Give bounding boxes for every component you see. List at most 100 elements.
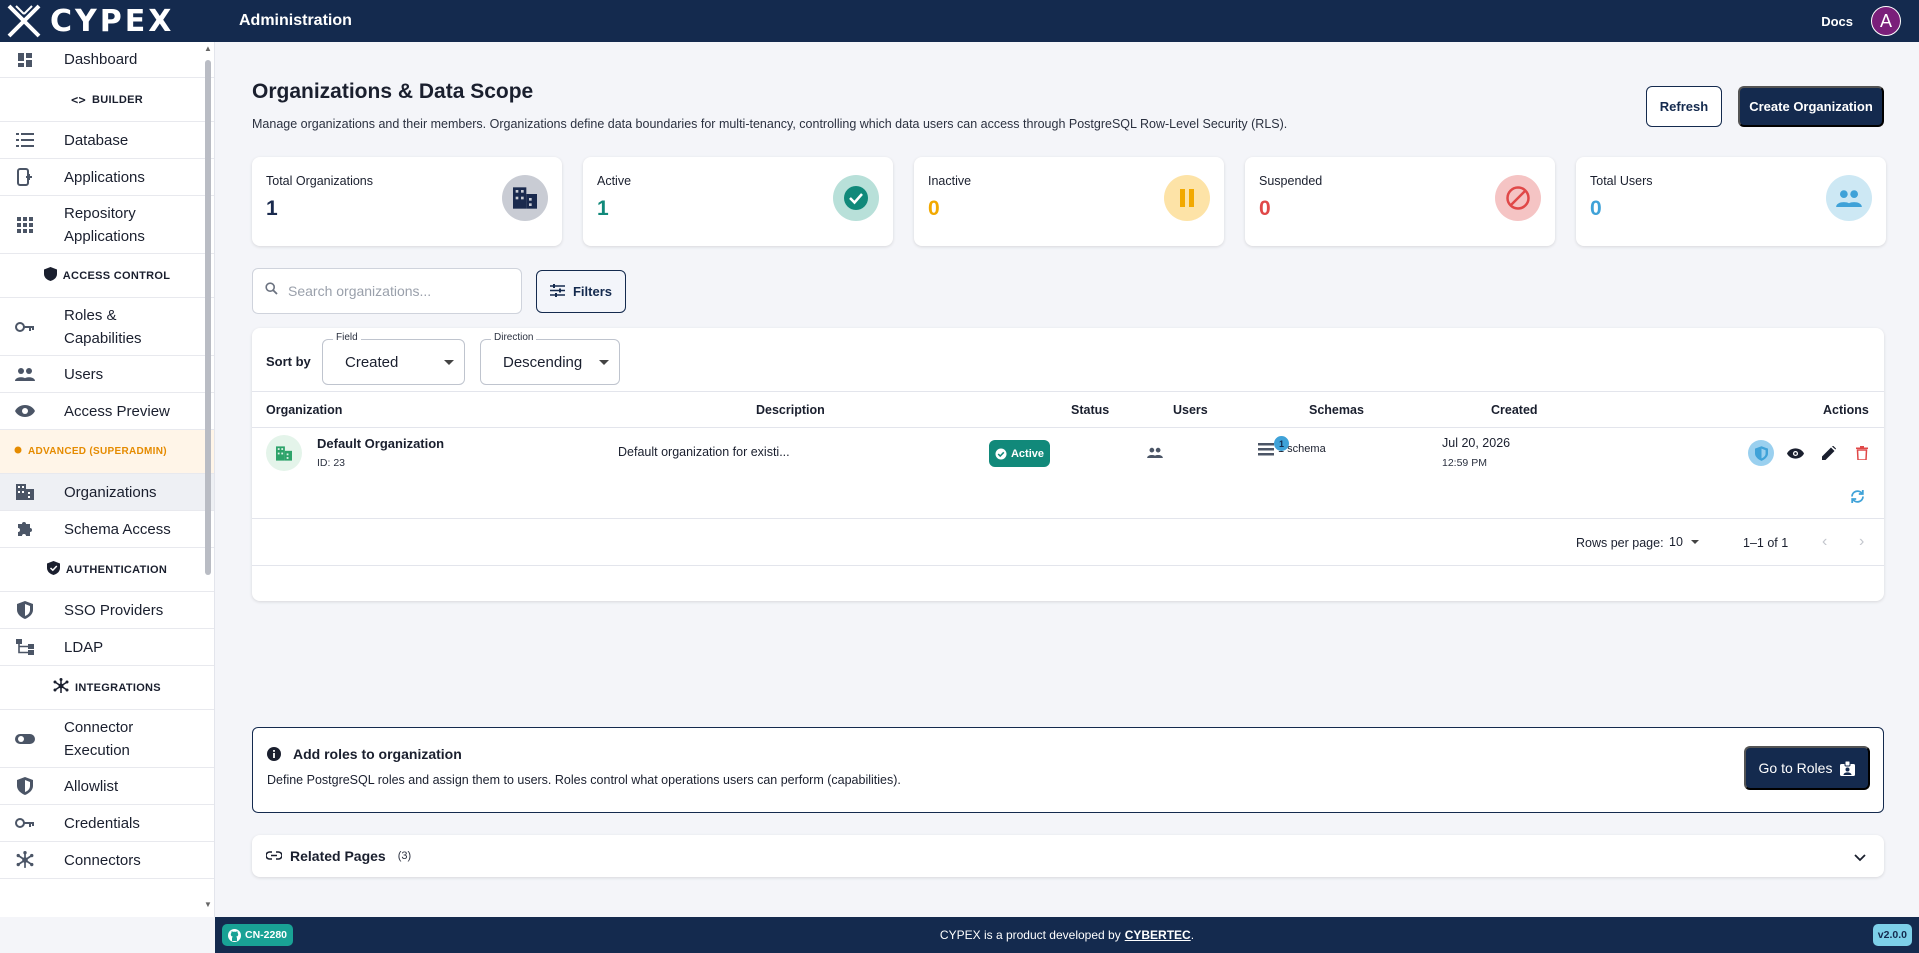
status-text: Active	[1010, 447, 1045, 460]
sidebar-item-allowlist[interactable]: Allowlist	[0, 768, 214, 805]
previous-page-icon[interactable]: ‹	[1822, 533, 1827, 551]
column-header[interactable]: Schemas	[1309, 403, 1364, 417]
build-badge[interactable]: CN-2280	[222, 924, 294, 946]
table-row[interactable]: Default Organization ID: 23 Default orga…	[252, 428, 1884, 519]
organizations-table: Sort by Field Created Direction Descendi…	[252, 328, 1884, 601]
related-pages-accordion[interactable]: Related Pages (3)	[252, 835, 1884, 877]
sort-field-select[interactable]: Field Created	[322, 332, 465, 385]
sidebar-item-access-preview[interactable]: Access Preview	[0, 393, 214, 430]
column-header[interactable]: Created	[1491, 403, 1538, 417]
dashboard-icon	[14, 49, 36, 71]
info-description: Define PostgreSQL roles and assign them …	[267, 773, 901, 787]
column-header[interactable]: Users	[1173, 403, 1208, 417]
stat-card-active: Active 1	[583, 157, 893, 246]
schemas-cell[interactable]: 1 schema	[1258, 442, 1326, 456]
database-list-icon	[14, 129, 36, 151]
stat-card-total-organizations: Total Organizations 1	[252, 157, 562, 246]
pagination-range: 1–1 of 1	[1743, 536, 1789, 550]
filters-button[interactable]: Filters	[536, 270, 626, 313]
sidebar-item-connector-execution[interactable]: Connector Execution	[0, 710, 214, 768]
sidebar-item-repository-applications[interactable]: Repository Applications	[0, 196, 214, 254]
organization-name[interactable]: Default Organization	[317, 436, 444, 451]
stat-value: 0	[1259, 197, 1271, 220]
table-header: Organization Description Status Users Sc…	[252, 392, 1884, 428]
github-icon	[228, 928, 241, 942]
column-header[interactable]: Status	[1071, 403, 1109, 417]
docs-link[interactable]: Docs	[1821, 14, 1853, 29]
sync-button[interactable]	[1849, 488, 1866, 510]
section-label: ACCESS CONTROL	[62, 269, 171, 282]
sidebar-item-users[interactable]: Users	[0, 356, 214, 393]
stat-card-total-users: Total Users 0	[1576, 157, 1886, 246]
stat-value: 1	[266, 197, 278, 220]
refresh-button[interactable]: Refresh	[1646, 86, 1722, 127]
sidebar-scrollbar[interactable]: ▲ ▼	[204, 44, 212, 910]
search-icon	[265, 282, 278, 300]
section-label: INTEGRATIONS	[75, 681, 161, 694]
key-icon	[14, 812, 36, 834]
sidebar-item-label: Allowlist	[64, 777, 119, 795]
code-icon: <>	[70, 92, 87, 107]
sidebar-item-sso-providers[interactable]: SSO Providers	[0, 592, 214, 629]
scroll-down-icon[interactable]: ▼	[204, 900, 212, 909]
status-badge: Active	[989, 440, 1050, 467]
sidebar-item-database[interactable]: Database	[0, 122, 214, 159]
sidebar-item-credentials[interactable]: Credentials	[0, 805, 214, 842]
button-label: Go to Roles	[1758, 760, 1833, 776]
sort-direction-select[interactable]: Direction Descending	[480, 332, 620, 385]
sidebar-item-organizations[interactable]: Organizations	[0, 474, 214, 511]
sidebar-item-roles[interactable]: Roles & Capabilities	[0, 298, 214, 356]
sidebar-item-label: Users	[64, 365, 104, 383]
tree-icon	[14, 636, 36, 658]
column-header[interactable]: Organization	[266, 403, 342, 417]
stat-value: 0	[928, 197, 940, 220]
sidebar-item-label: Connector Execution	[64, 716, 133, 762]
cybertec-link[interactable]: CYBERTEC	[1125, 928, 1191, 942]
scroll-up-icon[interactable]: ▲	[204, 44, 212, 53]
column-header: Actions	[1823, 403, 1869, 417]
create-organization-button[interactable]: Create Organization	[1738, 86, 1884, 127]
block-icon	[1495, 175, 1541, 221]
related-pages-count: (3)	[397, 850, 412, 862]
label-line: Roles &	[64, 306, 117, 324]
hub-icon	[53, 678, 69, 697]
scrollbar-thumb[interactable]	[205, 60, 211, 575]
go-to-roles-button[interactable]: Go to Roles	[1744, 746, 1870, 790]
column-header[interactable]: Description	[756, 403, 825, 417]
manage-access-button[interactable]	[1748, 440, 1774, 466]
dropdown-arrow-icon	[444, 360, 454, 365]
delete-button[interactable]	[1849, 440, 1875, 466]
next-page-icon[interactable]: ›	[1859, 533, 1864, 551]
sidebar-item-applications[interactable]: Applications	[0, 159, 214, 196]
sidebar-item-label: Repository Applications	[64, 202, 145, 248]
sidebar-item-connectors[interactable]: Connectors	[0, 842, 214, 879]
sidebar-item-label: Connectors	[64, 851, 141, 869]
trash-icon	[1856, 446, 1868, 460]
pause-icon	[1164, 175, 1210, 221]
view-button[interactable]	[1782, 440, 1808, 466]
sidebar-section-builder: <> BUILDER	[0, 78, 214, 122]
stat-label: Total Users	[1590, 174, 1653, 188]
list-icon	[1258, 443, 1274, 456]
eye-icon	[14, 400, 36, 422]
user-avatar[interactable]: A	[1871, 6, 1901, 36]
sidebar-item-dashboard[interactable]: Dashboard	[0, 42, 214, 78]
search-box	[252, 268, 522, 314]
cypex-logo[interactable]: CYPEX	[0, 0, 215, 42]
credits-suffix: .	[1190, 928, 1195, 942]
toggle-icon	[14, 728, 36, 750]
sidebar-item-label: Access Preview	[64, 402, 170, 420]
edit-button[interactable]	[1816, 440, 1842, 466]
add-roles-info-card: Add roles to organization Define Postgre…	[252, 727, 1884, 813]
created-time: 12:59 PM	[1442, 457, 1487, 469]
rows-per-page-select[interactable]: 10	[1669, 535, 1699, 549]
rows-per-page-value: 10	[1669, 535, 1683, 549]
sidebar-item-label: Schema Access	[64, 520, 171, 538]
search-input[interactable]	[288, 283, 508, 299]
chevron-down-icon[interactable]	[1854, 849, 1866, 867]
sidebar-item-schema-access[interactable]: Schema Access	[0, 511, 214, 548]
created-date: Jul 20, 2026	[1442, 436, 1511, 450]
label-line: Execution	[64, 741, 130, 759]
users-icon[interactable]	[1147, 445, 1163, 463]
sidebar-item-ldap[interactable]: LDAP	[0, 629, 214, 666]
